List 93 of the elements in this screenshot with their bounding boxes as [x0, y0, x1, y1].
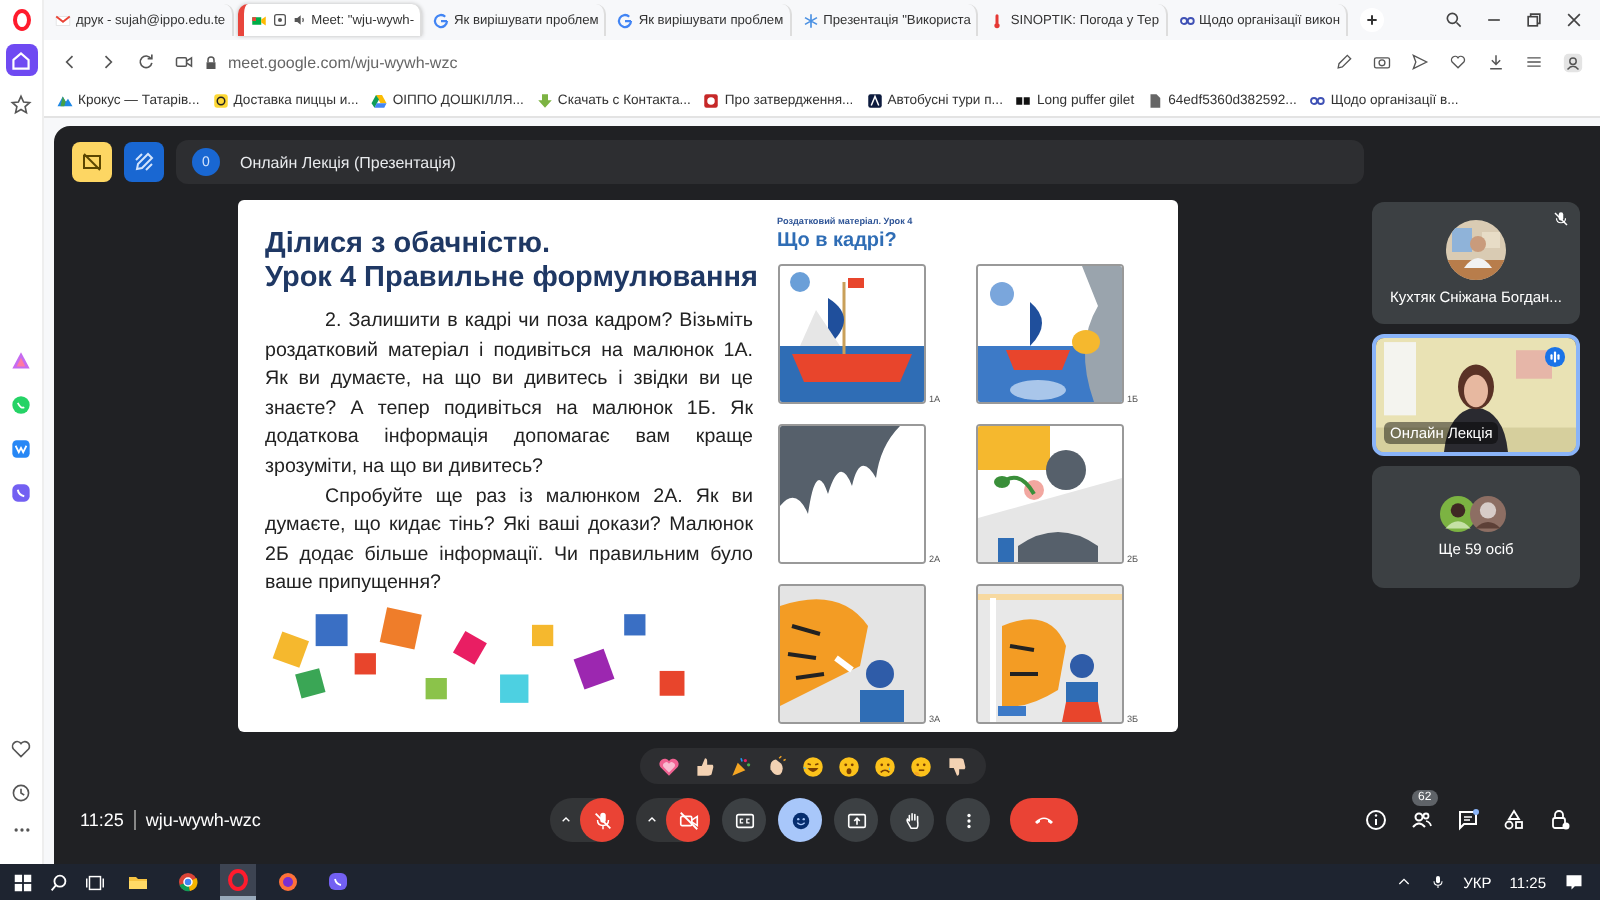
opera-icon: [226, 868, 250, 892]
edit-icon[interactable]: [1334, 52, 1354, 72]
close-icon[interactable]: [1564, 10, 1584, 30]
captions-icon: [733, 809, 755, 831]
site-icon: [432, 11, 451, 29]
sidebar-item[interactable]: [5, 44, 37, 76]
site-icon: [616, 11, 635, 29]
mic-off-icon: [591, 809, 613, 831]
slides-button[interactable]: [72, 142, 112, 182]
mic-icon[interactable]: [1429, 874, 1446, 890]
pen-icon: [132, 150, 156, 174]
new-tab-button[interactable]: [1359, 8, 1384, 32]
camera-off-icon: [677, 809, 699, 831]
snapshot-icon[interactable]: [1372, 52, 1392, 72]
sliders-icon[interactable]: [1524, 52, 1544, 72]
camera-icon: [174, 52, 194, 72]
screen-share-icon: [845, 809, 867, 831]
site-icon: [801, 11, 820, 29]
heart-icon[interactable]: [1448, 52, 1468, 72]
star-icon: [8, 91, 34, 117]
site-icon: [1177, 11, 1196, 29]
annotate-button[interactable]: [124, 142, 164, 182]
send-icon[interactable]: [1410, 52, 1430, 72]
raise-hand-button[interactable]: [890, 798, 934, 842]
clock-icon: [8, 779, 34, 805]
site-icon: [211, 91, 230, 109]
speaking-icon: [1544, 346, 1566, 368]
task-view-icon[interactable]: [84, 871, 106, 893]
caret-icon[interactable]: [1395, 874, 1412, 890]
slides-off-icon: [80, 150, 104, 174]
laughing-face-icon: [800, 753, 826, 779]
site-icon: [249, 11, 268, 29]
site-icon: [1014, 91, 1033, 109]
search-icon[interactable]: [48, 871, 70, 893]
slide-paragraph: 2. Залишити в кадрі чи поза кадром? Візьміть роздатковий матеріал і подивіться на малюнок 1А. Як ви думаєте, на що ви дивитесь і звідки ви це знаєте? А тепер подивіться на малюнок 1Б. Як додаткова інформація допомагає вам краще зрозуміти, на що ви дивитесь?: [265, 308, 753, 482]
chat-bubble-icon: [8, 391, 34, 417]
plus-icon: [1363, 12, 1380, 28]
hand-icon: [901, 809, 923, 831]
crying-face-icon: [872, 753, 898, 779]
leave-call-button[interactable]: [1010, 798, 1078, 842]
site-icon: [702, 91, 721, 109]
fox-icon: [276, 870, 300, 894]
site-icon: [865, 91, 884, 109]
restore-icon[interactable]: [1524, 10, 1544, 30]
clapping-hands-icon: [764, 753, 790, 779]
thumbs-down-icon: [944, 753, 970, 779]
speaker-icon: [291, 12, 308, 28]
site-icon: [370, 91, 389, 109]
mic-button[interactable]: [580, 798, 624, 842]
heart-icon: [656, 753, 682, 779]
thumbs-up-icon: [692, 753, 718, 779]
site-icon: [1146, 91, 1165, 109]
captions-button[interactable]: [722, 798, 766, 842]
presentation-title: Онлайн Лекція (Презентація): [240, 153, 456, 171]
handout-title: Що в кадрі?: [777, 230, 899, 252]
surprised-face-icon: [836, 753, 862, 779]
party-popper-icon: [728, 753, 754, 779]
shapes-icon[interactable]: [1502, 808, 1526, 832]
meeting-time: 11:25: [80, 810, 124, 830]
slide-paragraph: Спробуйте ще раз із малюнком 2А. Як ви думаєте, що кидає тінь? Які ваші докази? Малюнок 2Б додає більше інформації. Чи правильним було ваше припущення?: [265, 483, 753, 599]
record-icon: [271, 12, 288, 28]
people-icon[interactable]: [1410, 808, 1434, 832]
profile-icon[interactable]: [1562, 51, 1584, 73]
vk-icon: [8, 435, 34, 461]
reactions-button[interactable]: [778, 798, 822, 842]
search-icon[interactable]: [1444, 10, 1464, 30]
meeting-code: wju-wywh-wzc: [145, 810, 261, 830]
home-icon: [8, 47, 34, 73]
windows-start-icon[interactable]: [12, 871, 34, 893]
reload-icon[interactable]: [136, 52, 156, 72]
download-icon[interactable]: [1486, 52, 1506, 72]
lock-icon: [202, 53, 220, 71]
opera-logo-icon[interactable]: [9, 8, 33, 32]
present-button[interactable]: [834, 798, 878, 842]
notification-icon[interactable]: [1564, 872, 1584, 892]
host-lock-icon[interactable]: [1548, 808, 1572, 832]
chrome-icon: [176, 870, 200, 894]
slide-heading: Урок 4 Правильне формулювання: [265, 262, 753, 296]
site-icon: [535, 91, 554, 109]
thinking-face-icon: [908, 753, 934, 779]
phone-bubble-icon: [8, 479, 34, 505]
triangle-icon: [8, 347, 34, 373]
smiley-icon: [789, 809, 811, 831]
site-icon: [1308, 91, 1327, 109]
mic-off-icon: [1552, 210, 1570, 228]
site-icon: [56, 91, 74, 109]
site-icon: [54, 11, 72, 29]
slide-heading: Ділися з обачністю.: [265, 228, 553, 262]
camera-button[interactable]: [666, 798, 710, 842]
chat-icon[interactable]: [1456, 808, 1480, 832]
info-icon[interactable]: [1364, 808, 1388, 832]
heart-icon: [8, 735, 34, 761]
phone-bubble-icon: [326, 870, 350, 894]
